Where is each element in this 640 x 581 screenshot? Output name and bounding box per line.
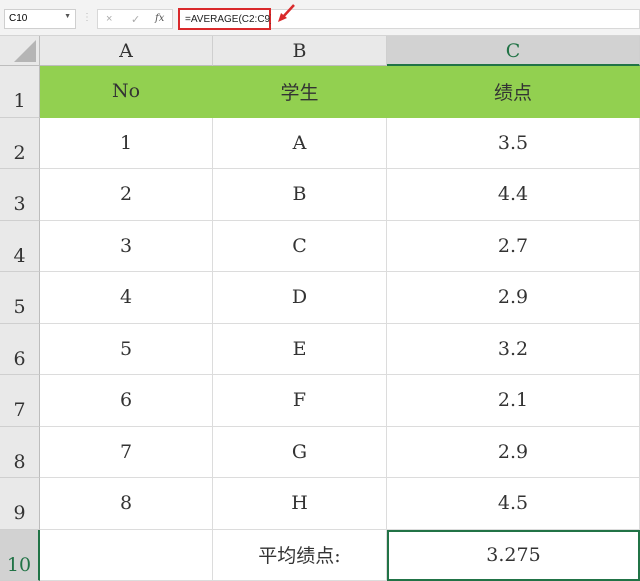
cell-A10[interactable] <box>40 529 213 581</box>
cell-A7[interactable]: 6 <box>40 375 213 427</box>
row-header-1[interactable]: 1 <box>0 66 40 118</box>
cell-B3[interactable]: B <box>213 169 387 221</box>
cell-A4[interactable]: 3 <box>40 220 213 272</box>
cell-A5[interactable]: 4 <box>40 272 213 324</box>
cell-C2[interactable]: 3.5 <box>387 117 640 169</box>
chevron-down-icon[interactable]: ▼ <box>64 13 71 20</box>
formula-buttons: × ✓ fx <box>97 9 173 29</box>
cell-A8[interactable]: 7 <box>40 426 213 478</box>
column-header-a[interactable]: A <box>40 36 213 66</box>
cell-B6[interactable]: E <box>213 323 387 375</box>
cell-B2[interactable]: A <box>213 117 387 169</box>
cell-C7[interactable]: 2.1 <box>387 375 640 427</box>
cell-A2[interactable]: 1 <box>40 117 213 169</box>
enter-icon[interactable]: ✓ <box>131 13 140 26</box>
cell-A9[interactable]: 8 <box>40 478 213 530</box>
cell-B8[interactable]: G <box>213 426 387 478</box>
fx-icon[interactable]: fx <box>155 13 164 24</box>
formula-input[interactable]: =AVERAGE(C2:C9) <box>178 8 273 30</box>
name-box-value: C10 <box>9 13 28 24</box>
cell-B10[interactable]: 平均绩点: <box>213 529 387 581</box>
cell-C5[interactable]: 2.9 <box>387 272 640 324</box>
cell-C8[interactable]: 2.9 <box>387 426 640 478</box>
row-header-5[interactable]: 5 <box>0 272 40 324</box>
column-header-c[interactable]: C <box>387 36 640 66</box>
row-header-3[interactable]: 3 <box>0 169 40 221</box>
cell-C3[interactable]: 4.4 <box>387 169 640 221</box>
cell-B5[interactable]: D <box>213 272 387 324</box>
cell-C1[interactable]: 绩点 <box>387 66 640 118</box>
select-all-corner[interactable] <box>0 36 40 66</box>
cell-A6[interactable]: 5 <box>40 323 213 375</box>
cell-B4[interactable]: C <box>213 220 387 272</box>
cell-C4[interactable]: 2.7 <box>387 220 640 272</box>
cell-C6[interactable]: 3.2 <box>387 323 640 375</box>
cell-B1[interactable]: 学生 <box>213 66 387 118</box>
cancel-icon[interactable]: × <box>106 13 112 25</box>
row-header-10[interactable]: 10 <box>0 529 40 581</box>
cell-B9[interactable]: H <box>213 478 387 530</box>
cell-A3[interactable]: 2 <box>40 169 213 221</box>
column-header-b[interactable]: B <box>213 36 387 66</box>
row-header-6[interactable]: 6 <box>0 323 40 375</box>
cell-A1[interactable]: No <box>40 66 213 118</box>
grip-icon: ⋮ <box>82 12 92 23</box>
row-header-8[interactable]: 8 <box>0 426 40 478</box>
formula-bar-rest[interactable] <box>271 9 640 29</box>
name-box[interactable]: C10 ▼ <box>4 9 76 29</box>
row-header-9[interactable]: 9 <box>0 478 40 530</box>
cell-B7[interactable]: F <box>213 375 387 427</box>
row-header-2[interactable]: 2 <box>0 117 40 169</box>
arrow-annotation-icon <box>278 4 295 22</box>
row-header-4[interactable]: 4 <box>0 220 40 272</box>
cell-C10[interactable]: 3.275 <box>387 529 640 581</box>
cell-C9[interactable]: 4.5 <box>387 478 640 530</box>
row-header-7[interactable]: 7 <box>0 375 40 427</box>
